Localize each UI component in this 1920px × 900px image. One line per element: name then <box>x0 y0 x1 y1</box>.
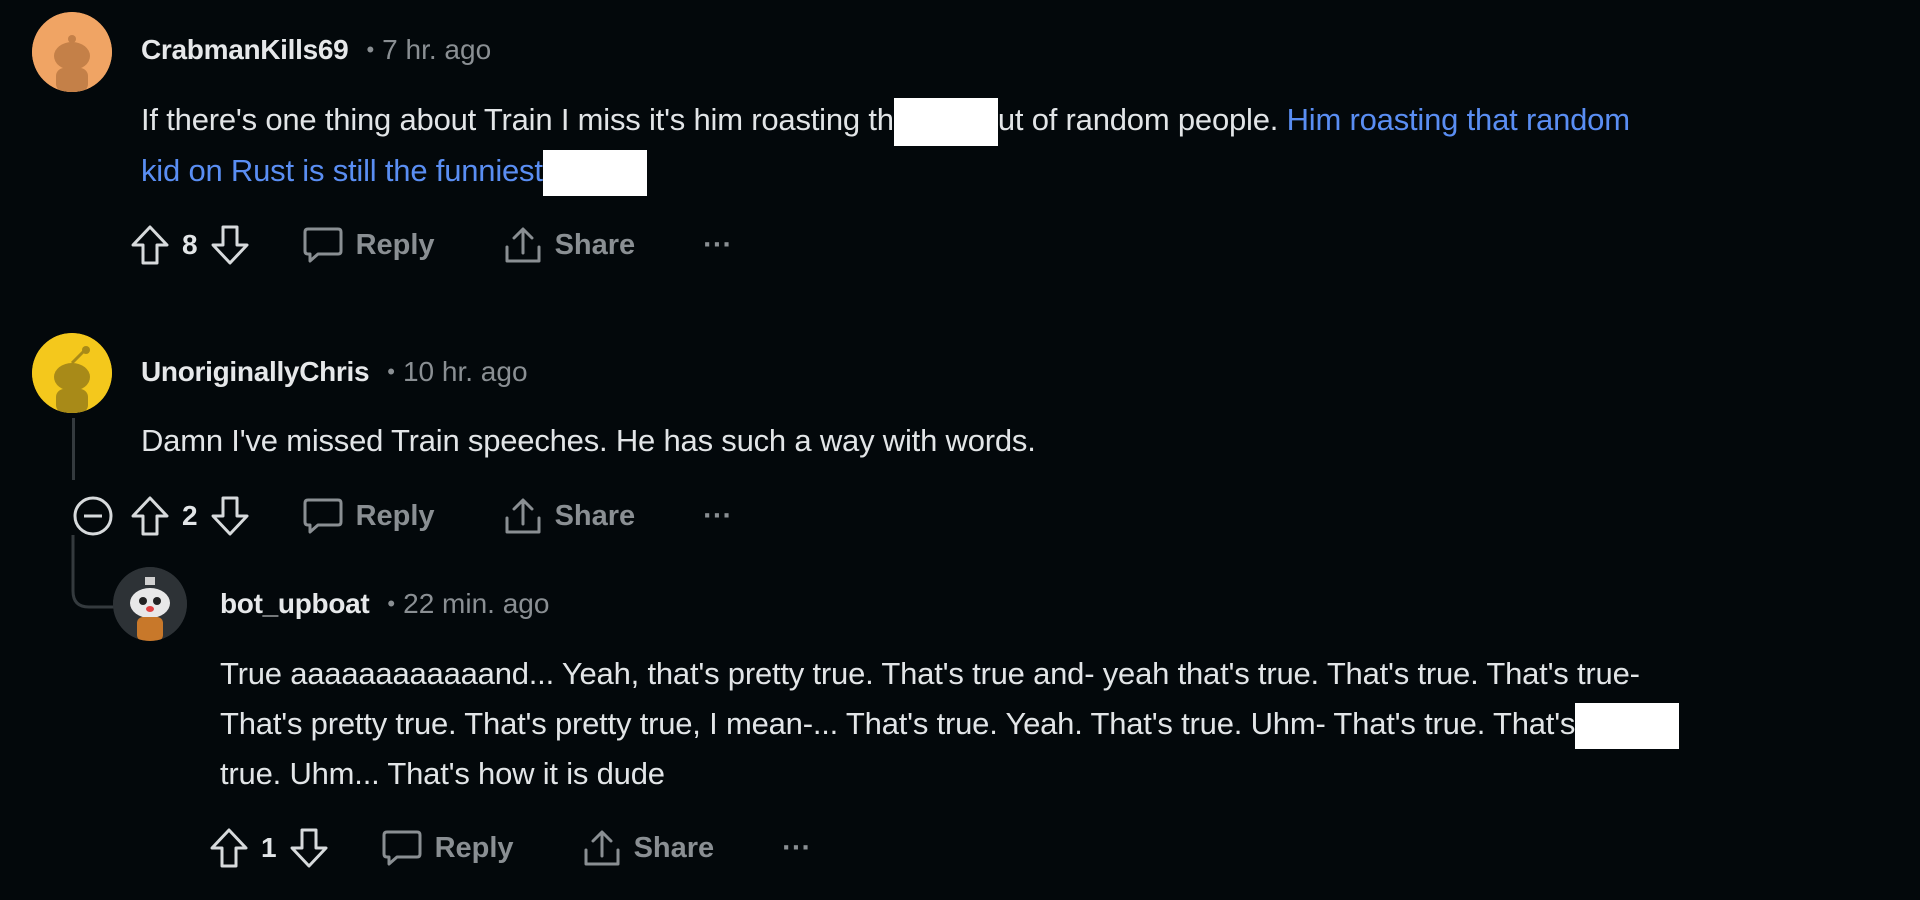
reply-label: Reply <box>355 499 435 532</box>
arrow-up-icon <box>210 828 248 868</box>
share-button[interactable]: Share <box>503 496 636 536</box>
comment-meta: UnoriginallyChris • 10 hr. ago <box>141 356 528 388</box>
comment-text: That's pretty true. That's pretty true, … <box>220 706 1576 741</box>
share-label: Share <box>633 831 715 864</box>
thread-line[interactable] <box>72 418 75 480</box>
comment-line: If there's one thing about Train I miss … <box>141 95 1630 146</box>
arrow-up-icon <box>131 225 169 265</box>
separator-dot: • <box>366 37 375 62</box>
upvote-button[interactable] <box>130 495 170 537</box>
comment-text: Damn I've missed Train speeches. He has … <box>141 423 1036 458</box>
comment-line: kid on Rust is still the funniest <box>141 146 1630 196</box>
avatar[interactable] <box>32 333 112 413</box>
timestamp[interactable]: 7 hr. ago <box>382 34 491 66</box>
downvote-button[interactable] <box>289 827 329 869</box>
comment-text: If there's one thing about Train I miss … <box>141 102 894 137</box>
username[interactable]: CrabmanKills69 <box>141 34 349 66</box>
comment-line: That's pretty true. That's pretty true, … <box>220 699 1680 749</box>
reply-button[interactable]: Reply <box>302 496 435 536</box>
speech-bubble-icon <box>382 830 422 866</box>
comment-actions: 2 Reply Share ··· <box>72 491 732 541</box>
upvote-button[interactable] <box>209 827 249 869</box>
reply-label: Reply <box>355 228 435 261</box>
comment-body: Damn I've missed Train speeches. He has … <box>141 416 1036 466</box>
ellipsis-icon[interactable]: ··· <box>703 500 732 533</box>
arrow-down-icon <box>211 496 249 536</box>
minus-circle-icon <box>73 496 113 536</box>
arrow-up-icon <box>131 496 169 536</box>
separator-dot: • <box>387 591 396 616</box>
arrow-down-icon <box>211 225 249 265</box>
vote-count: 1 <box>261 832 277 863</box>
comment-actions: 8 Reply Share ··· <box>130 220 732 270</box>
share-icon <box>505 498 541 534</box>
redaction-block <box>1575 702 1680 749</box>
share-button[interactable]: Share <box>503 225 636 265</box>
share-label: Share <box>554 499 636 532</box>
comment-meta: bot_upboat • 22 min. ago <box>220 588 549 620</box>
comment-meta: CrabmanKills69 • 7 hr. ago <box>141 34 491 66</box>
share-button[interactable]: Share <box>582 828 715 868</box>
comment-text: ut of random people. <box>997 102 1287 137</box>
comment-text: True aaaaaaaaaaaand... Yeah, that's pret… <box>220 656 1640 691</box>
comment-text: true. Uhm... That's how it is dude <box>220 756 665 791</box>
reply-label: Reply <box>434 831 514 864</box>
avatar[interactable] <box>113 567 187 641</box>
vote-count: 8 <box>182 229 198 260</box>
ellipsis-icon[interactable]: ··· <box>782 832 811 865</box>
share-label: Share <box>554 228 636 261</box>
speech-bubble-icon <box>303 498 343 534</box>
comment-link[interactable]: kid on Rust is still the funniest <box>141 153 543 188</box>
ellipsis-icon[interactable]: ··· <box>703 229 732 262</box>
speech-bubble-icon <box>303 227 343 263</box>
username[interactable]: UnoriginallyChris <box>141 356 370 388</box>
timestamp[interactable]: 10 hr. ago <box>403 356 528 388</box>
avatar[interactable] <box>32 12 112 92</box>
collapse-button[interactable] <box>72 495 114 537</box>
snoo-avatar-icon <box>32 333 112 413</box>
share-icon <box>584 830 620 866</box>
redaction-block <box>893 97 998 146</box>
arrow-down-icon <box>290 828 328 868</box>
comment-link[interactable]: Him roasting that random <box>1287 102 1630 137</box>
share-icon <box>505 227 541 263</box>
upvote-button[interactable] <box>130 224 170 266</box>
comment-actions: 1 Reply Share ··· <box>209 823 811 873</box>
downvote-button[interactable] <box>210 495 250 537</box>
reply-button[interactable]: Reply <box>302 225 435 265</box>
downvote-button[interactable] <box>210 224 250 266</box>
bot-avatar-icon <box>113 567 187 641</box>
timestamp[interactable]: 22 min. ago <box>403 588 549 620</box>
comment-body: True aaaaaaaaaaaand... Yeah, that's pret… <box>220 649 1680 799</box>
username[interactable]: bot_upboat <box>220 588 370 620</box>
reply-button[interactable]: Reply <box>381 828 514 868</box>
snoo-avatar-icon <box>32 12 112 92</box>
comment-body: If there's one thing about Train I miss … <box>141 95 1630 196</box>
vote-count: 2 <box>182 500 198 531</box>
separator-dot: • <box>387 359 395 384</box>
redaction-block <box>542 149 647 196</box>
